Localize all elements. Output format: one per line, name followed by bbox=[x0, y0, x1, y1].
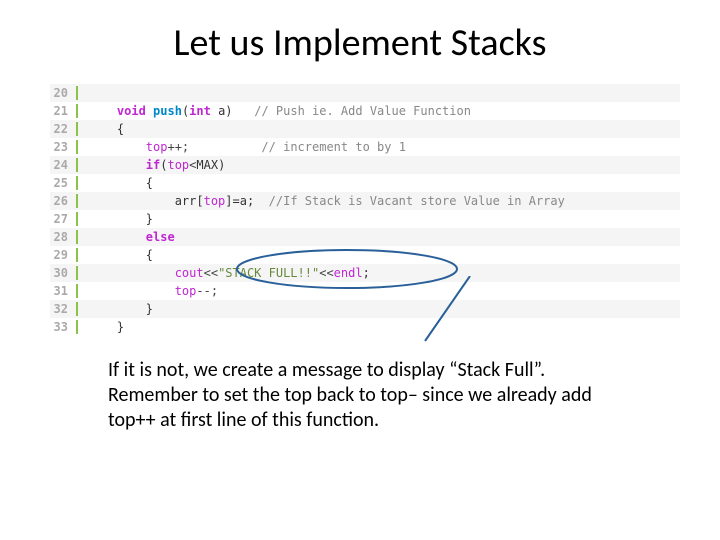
line-number: 27 bbox=[50, 212, 78, 226]
line-number: 25 bbox=[50, 176, 78, 190]
explanation-text: If it is not, we create a message to dis… bbox=[108, 358, 612, 433]
code-content: void push(int a) // Push ie. Add Value F… bbox=[78, 104, 680, 118]
code-content: top--; bbox=[78, 284, 680, 298]
code-line: 31 top--; bbox=[50, 282, 680, 300]
code-content: } bbox=[78, 302, 680, 316]
line-number: 23 bbox=[50, 140, 78, 154]
line-number: 30 bbox=[50, 266, 78, 280]
code-line: 22 { bbox=[50, 120, 680, 138]
line-number: 22 bbox=[50, 122, 78, 136]
code-content: { bbox=[78, 248, 680, 262]
line-number: 26 bbox=[50, 194, 78, 208]
code-line: 33 } bbox=[50, 318, 680, 336]
slide-title: Let us Implement Stacks bbox=[0, 20, 720, 66]
line-number: 31 bbox=[50, 284, 78, 298]
code-content: top++; // increment to by 1 bbox=[78, 140, 680, 154]
line-number: 33 bbox=[50, 320, 78, 334]
line-number: 24 bbox=[50, 158, 78, 172]
code-block: 20 21 void push(int a) // Push ie. Add Va… bbox=[50, 84, 680, 336]
slide: Let us Implement Stacks 20 21 void push(i… bbox=[0, 0, 720, 540]
code-line: 23 top++; // increment to by 1 bbox=[50, 138, 680, 156]
line-number: 29 bbox=[50, 248, 78, 262]
code-line: 30 cout<<"STACK FULL!!"<<endl; bbox=[50, 264, 680, 282]
code-content: arr[top]=a; //If Stack is Vacant store V… bbox=[78, 194, 680, 208]
code-line: 21 void push(int a) // Push ie. Add Valu… bbox=[50, 102, 680, 120]
code-content: } bbox=[78, 320, 680, 334]
explanation-line-1: If it is not, we create a message to dis… bbox=[108, 358, 612, 383]
code-line: 20 bbox=[50, 84, 680, 102]
explanation-line-2: Remember to set the top back to top– sin… bbox=[108, 383, 612, 433]
code-line: 32 } bbox=[50, 300, 680, 318]
code-line: 26 arr[top]=a; //If Stack is Vacant stor… bbox=[50, 192, 680, 210]
code-content: { bbox=[78, 122, 680, 136]
code-line: 28 else bbox=[50, 228, 680, 246]
code-content: else bbox=[78, 230, 680, 244]
line-number: 28 bbox=[50, 230, 78, 244]
line-number: 21 bbox=[50, 104, 78, 118]
code-content: cout<<"STACK FULL!!"<<endl; bbox=[78, 266, 680, 280]
line-number: 32 bbox=[50, 302, 78, 316]
code-line: 24 if(top<MAX) bbox=[50, 156, 680, 174]
line-number: 20 bbox=[50, 86, 78, 100]
code-content: { bbox=[78, 176, 680, 190]
code-line: 27 } bbox=[50, 210, 680, 228]
code-content: } bbox=[78, 212, 680, 226]
code-line: 29 { bbox=[50, 246, 680, 264]
code-line: 25 { bbox=[50, 174, 680, 192]
code-content: if(top<MAX) bbox=[78, 158, 680, 172]
